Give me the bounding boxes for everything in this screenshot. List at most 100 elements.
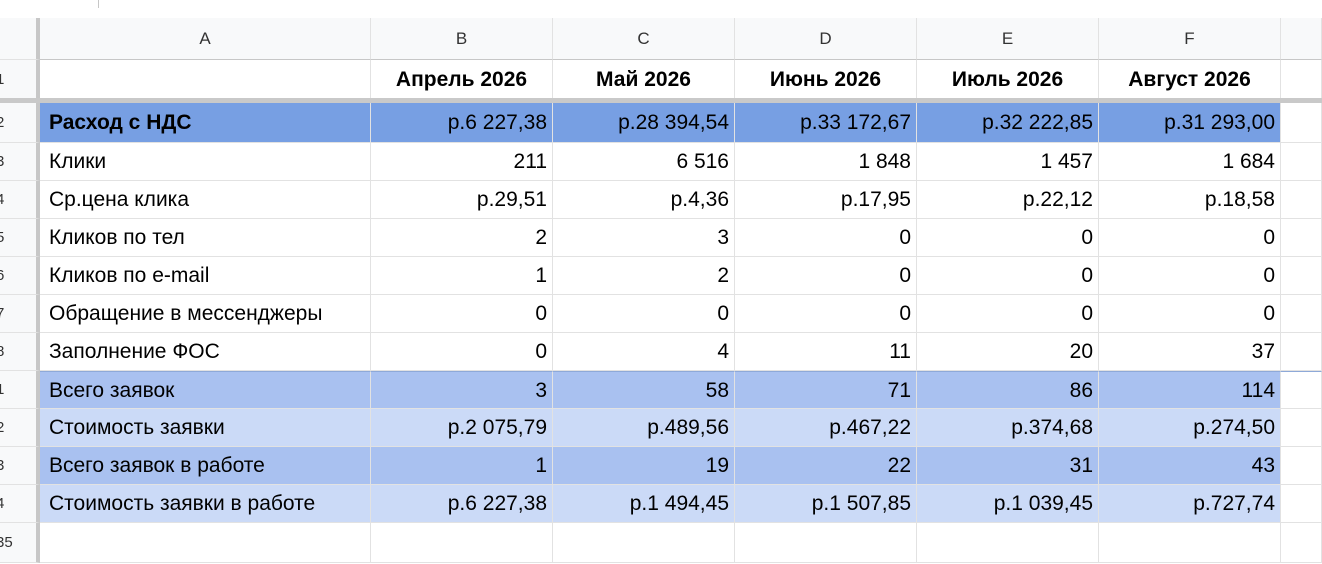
- value-cell[interactable]: 2: [371, 219, 553, 257]
- month-cell[interactable]: Апрель 2026: [371, 60, 553, 100]
- column-header-e[interactable]: E: [917, 18, 1099, 60]
- row-number[interactable]: 8: [0, 333, 40, 371]
- row-number[interactable]: 3: [0, 447, 40, 485]
- row-number[interactable]: 1: [0, 371, 40, 409]
- value-cell[interactable]: 43: [1099, 447, 1281, 485]
- value-cell[interactable]: р.28 394,54: [553, 103, 735, 143]
- value-cell[interactable]: 58: [553, 371, 735, 409]
- empty-cell[interactable]: [1281, 60, 1322, 100]
- value-cell[interactable]: р.1 507,85: [735, 485, 917, 523]
- cell-a1[interactable]: [40, 60, 371, 100]
- value-cell[interactable]: 4: [553, 333, 735, 371]
- value-cell[interactable]: р.29,51: [371, 181, 553, 219]
- value-cell[interactable]: 86: [917, 371, 1099, 409]
- empty-cell[interactable]: [735, 523, 917, 563]
- value-cell[interactable]: 3: [553, 219, 735, 257]
- value-cell[interactable]: р.727,74: [1099, 485, 1281, 523]
- empty-cell[interactable]: [1281, 219, 1322, 257]
- value-cell[interactable]: 0: [917, 219, 1099, 257]
- column-header-g[interactable]: [1281, 18, 1322, 60]
- row-label-cell[interactable]: Клики: [40, 143, 371, 181]
- row-number[interactable]: 4: [0, 485, 40, 523]
- value-cell[interactable]: р.33 172,67: [735, 103, 917, 143]
- value-cell[interactable]: 0: [735, 257, 917, 295]
- value-cell[interactable]: 6 516: [553, 143, 735, 181]
- value-cell[interactable]: 0: [1099, 219, 1281, 257]
- row-label-cell[interactable]: Всего заявок: [40, 371, 371, 409]
- row-label-cell[interactable]: Кликов по e-mail: [40, 257, 371, 295]
- column-header-f[interactable]: F: [1099, 18, 1281, 60]
- row-label-cell[interactable]: Кликов по тел: [40, 219, 371, 257]
- value-cell[interactable]: р.1 039,45: [917, 485, 1099, 523]
- empty-cell[interactable]: [1281, 333, 1322, 371]
- month-cell[interactable]: Июнь 2026: [735, 60, 917, 100]
- select-all-corner[interactable]: [0, 18, 40, 60]
- row-number[interactable]: 1: [0, 60, 40, 100]
- value-cell[interactable]: 0: [1099, 257, 1281, 295]
- row-label-cell[interactable]: Стоимость заявки в работе: [40, 485, 371, 523]
- column-header-c[interactable]: C: [553, 18, 735, 60]
- value-cell[interactable]: 1: [371, 257, 553, 295]
- value-cell[interactable]: 71: [735, 371, 917, 409]
- value-cell[interactable]: р.1 494,45: [553, 485, 735, 523]
- empty-cell[interactable]: [1281, 257, 1322, 295]
- empty-cell[interactable]: [917, 523, 1099, 563]
- month-cell[interactable]: Май 2026: [553, 60, 735, 100]
- value-cell[interactable]: р.274,50: [1099, 409, 1281, 447]
- value-cell[interactable]: р.4,36: [553, 181, 735, 219]
- row-number[interactable]: 2: [0, 409, 40, 447]
- value-cell[interactable]: р.31 293,00: [1099, 103, 1281, 143]
- value-cell[interactable]: 0: [371, 333, 553, 371]
- row-number[interactable]: 6: [0, 257, 40, 295]
- value-cell[interactable]: 1: [371, 447, 553, 485]
- value-cell[interactable]: 0: [553, 295, 735, 333]
- empty-cell[interactable]: [1281, 181, 1322, 219]
- empty-cell[interactable]: [1281, 371, 1322, 409]
- empty-cell[interactable]: [371, 523, 553, 563]
- month-cell[interactable]: Июль 2026: [917, 60, 1099, 100]
- empty-cell[interactable]: [1281, 409, 1322, 447]
- empty-cell[interactable]: [553, 523, 735, 563]
- row-label-cell[interactable]: Обращение в мессенджеры: [40, 295, 371, 333]
- value-cell[interactable]: 1 848: [735, 143, 917, 181]
- column-header-d[interactable]: D: [735, 18, 917, 60]
- value-cell[interactable]: 20: [917, 333, 1099, 371]
- value-cell[interactable]: 1 457: [917, 143, 1099, 181]
- row-label-cell[interactable]: Всего заявок в работе: [40, 447, 371, 485]
- value-cell[interactable]: р.32 222,85: [917, 103, 1099, 143]
- value-cell[interactable]: 1 684: [1099, 143, 1281, 181]
- value-cell[interactable]: р.2 075,79: [371, 409, 553, 447]
- value-cell[interactable]: р.17,95: [735, 181, 917, 219]
- row-number[interactable]: 2: [0, 103, 40, 143]
- empty-cell[interactable]: [1281, 485, 1322, 523]
- value-cell[interactable]: 19: [553, 447, 735, 485]
- value-cell[interactable]: 0: [371, 295, 553, 333]
- value-cell[interactable]: р.18,58: [1099, 181, 1281, 219]
- value-cell[interactable]: р.489,56: [553, 409, 735, 447]
- frozen-row-divider[interactable]: [0, 98, 1322, 103]
- row-label-cell[interactable]: Расход с НДС: [40, 103, 371, 143]
- empty-cell[interactable]: [1281, 103, 1322, 143]
- value-cell[interactable]: р.6 227,38: [371, 103, 553, 143]
- value-cell[interactable]: 211: [371, 143, 553, 181]
- value-cell[interactable]: р.6 227,38: [371, 485, 553, 523]
- empty-cell[interactable]: [1281, 295, 1322, 333]
- value-cell[interactable]: 0: [917, 257, 1099, 295]
- row-number[interactable]: 5: [0, 219, 40, 257]
- value-cell[interactable]: 37: [1099, 333, 1281, 371]
- row-number[interactable]: 3: [0, 143, 40, 181]
- value-cell[interactable]: 0: [917, 295, 1099, 333]
- month-cell[interactable]: Август 2026: [1099, 60, 1281, 100]
- value-cell[interactable]: р.374,68: [917, 409, 1099, 447]
- value-cell[interactable]: 114: [1099, 371, 1281, 409]
- value-cell[interactable]: р.467,22: [735, 409, 917, 447]
- empty-cell[interactable]: [1099, 523, 1281, 563]
- value-cell[interactable]: 22: [735, 447, 917, 485]
- column-header-a[interactable]: A: [40, 18, 371, 60]
- value-cell[interactable]: 11: [735, 333, 917, 371]
- row-label-cell[interactable]: Заполнение ФОС: [40, 333, 371, 371]
- value-cell[interactable]: 3: [371, 371, 553, 409]
- value-cell[interactable]: 0: [735, 295, 917, 333]
- value-cell[interactable]: р.22,12: [917, 181, 1099, 219]
- row-number[interactable]: 4: [0, 181, 40, 219]
